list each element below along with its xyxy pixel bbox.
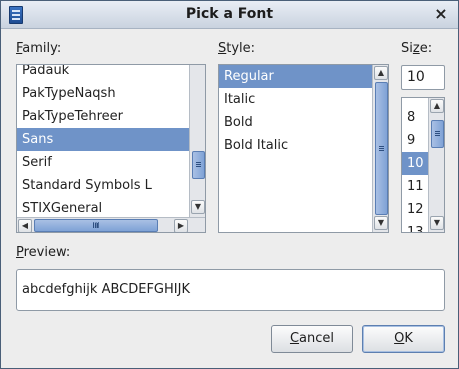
family-item[interactable]: Padauk <box>17 65 189 82</box>
size-item[interactable]: 13 <box>402 221 428 232</box>
style-item[interactable]: Bold <box>219 111 372 134</box>
family-list[interactable]: Padauk PakTypeNaqsh PakTypeTehreer Sans … <box>16 64 206 233</box>
dialog-title: Pick a Font <box>185 6 274 22</box>
size-item[interactable]: 9 <box>402 129 428 152</box>
size-item[interactable]: 8 <box>402 106 428 129</box>
ok-button[interactable]: OK <box>362 325 445 353</box>
size-item[interactable]: 11 <box>402 175 428 198</box>
scroll-down-icon[interactable]: ▼ <box>191 200 205 214</box>
family-vscroll-thumb[interactable] <box>192 151 205 179</box>
family-item[interactable]: PakTypeTehreer <box>17 105 189 128</box>
cancel-button[interactable]: Cancel <box>271 325 353 353</box>
family-item-selected[interactable]: Sans <box>17 128 189 151</box>
style-list[interactable]: Regular Italic Bold Bold Italic ▲ ▼ <box>218 64 389 233</box>
family-item[interactable]: Standard Symbols L <box>17 174 189 197</box>
preview-label: Preview: <box>16 245 71 260</box>
preview-field[interactable]: abcdefghijk ABCDEFGHIJK <box>16 269 445 311</box>
family-label: Family: <box>16 41 62 56</box>
close-icon[interactable]: × <box>431 4 451 24</box>
style-vscrollbar[interactable]: ▲ ▼ <box>372 65 388 232</box>
scroll-down-icon[interactable]: ▼ <box>374 216 388 230</box>
size-list[interactable]: 7 8 9 10 11 12 13 ▲ ▼ <box>401 97 445 233</box>
style-item[interactable]: Italic <box>219 88 372 111</box>
size-vscroll-thumb[interactable] <box>431 120 444 148</box>
family-item[interactable]: Serif <box>17 151 189 174</box>
size-item[interactable]: 7 <box>402 98 428 106</box>
scroll-right-icon[interactable]: ▶ <box>174 219 188 232</box>
size-vscrollbar[interactable]: ▲ ▼ <box>428 98 444 232</box>
style-item-selected[interactable]: Regular <box>219 65 372 88</box>
family-item[interactable]: PakTypeNaqsh <box>17 82 189 105</box>
size-label: Size: <box>401 41 433 56</box>
font-dialog: Pick a Font × Family: Padauk PakTypeNaqs… <box>0 0 459 369</box>
title-bar[interactable]: Pick a Font × <box>1 1 458 29</box>
size-input[interactable]: 10 <box>401 65 445 90</box>
style-vscroll-thumb[interactable] <box>375 82 388 215</box>
scroll-left-icon[interactable]: ◀ <box>18 219 32 232</box>
style-label: Style: <box>218 41 256 56</box>
size-item[interactable]: 12 <box>402 198 428 221</box>
scroll-up-icon[interactable]: ▲ <box>374 66 388 80</box>
style-item[interactable]: Bold Italic <box>219 134 372 157</box>
scroll-down-icon[interactable]: ▼ <box>430 216 444 230</box>
scroll-up-icon[interactable]: ▲ <box>430 99 444 113</box>
family-hscroll-thumb[interactable]: III <box>34 219 158 232</box>
family-hscrollbar[interactable]: ◀ III ▶ <box>17 217 205 232</box>
family-vscrollbar[interactable]: ▼ <box>189 65 205 217</box>
size-item-selected[interactable]: 10 <box>402 152 428 175</box>
